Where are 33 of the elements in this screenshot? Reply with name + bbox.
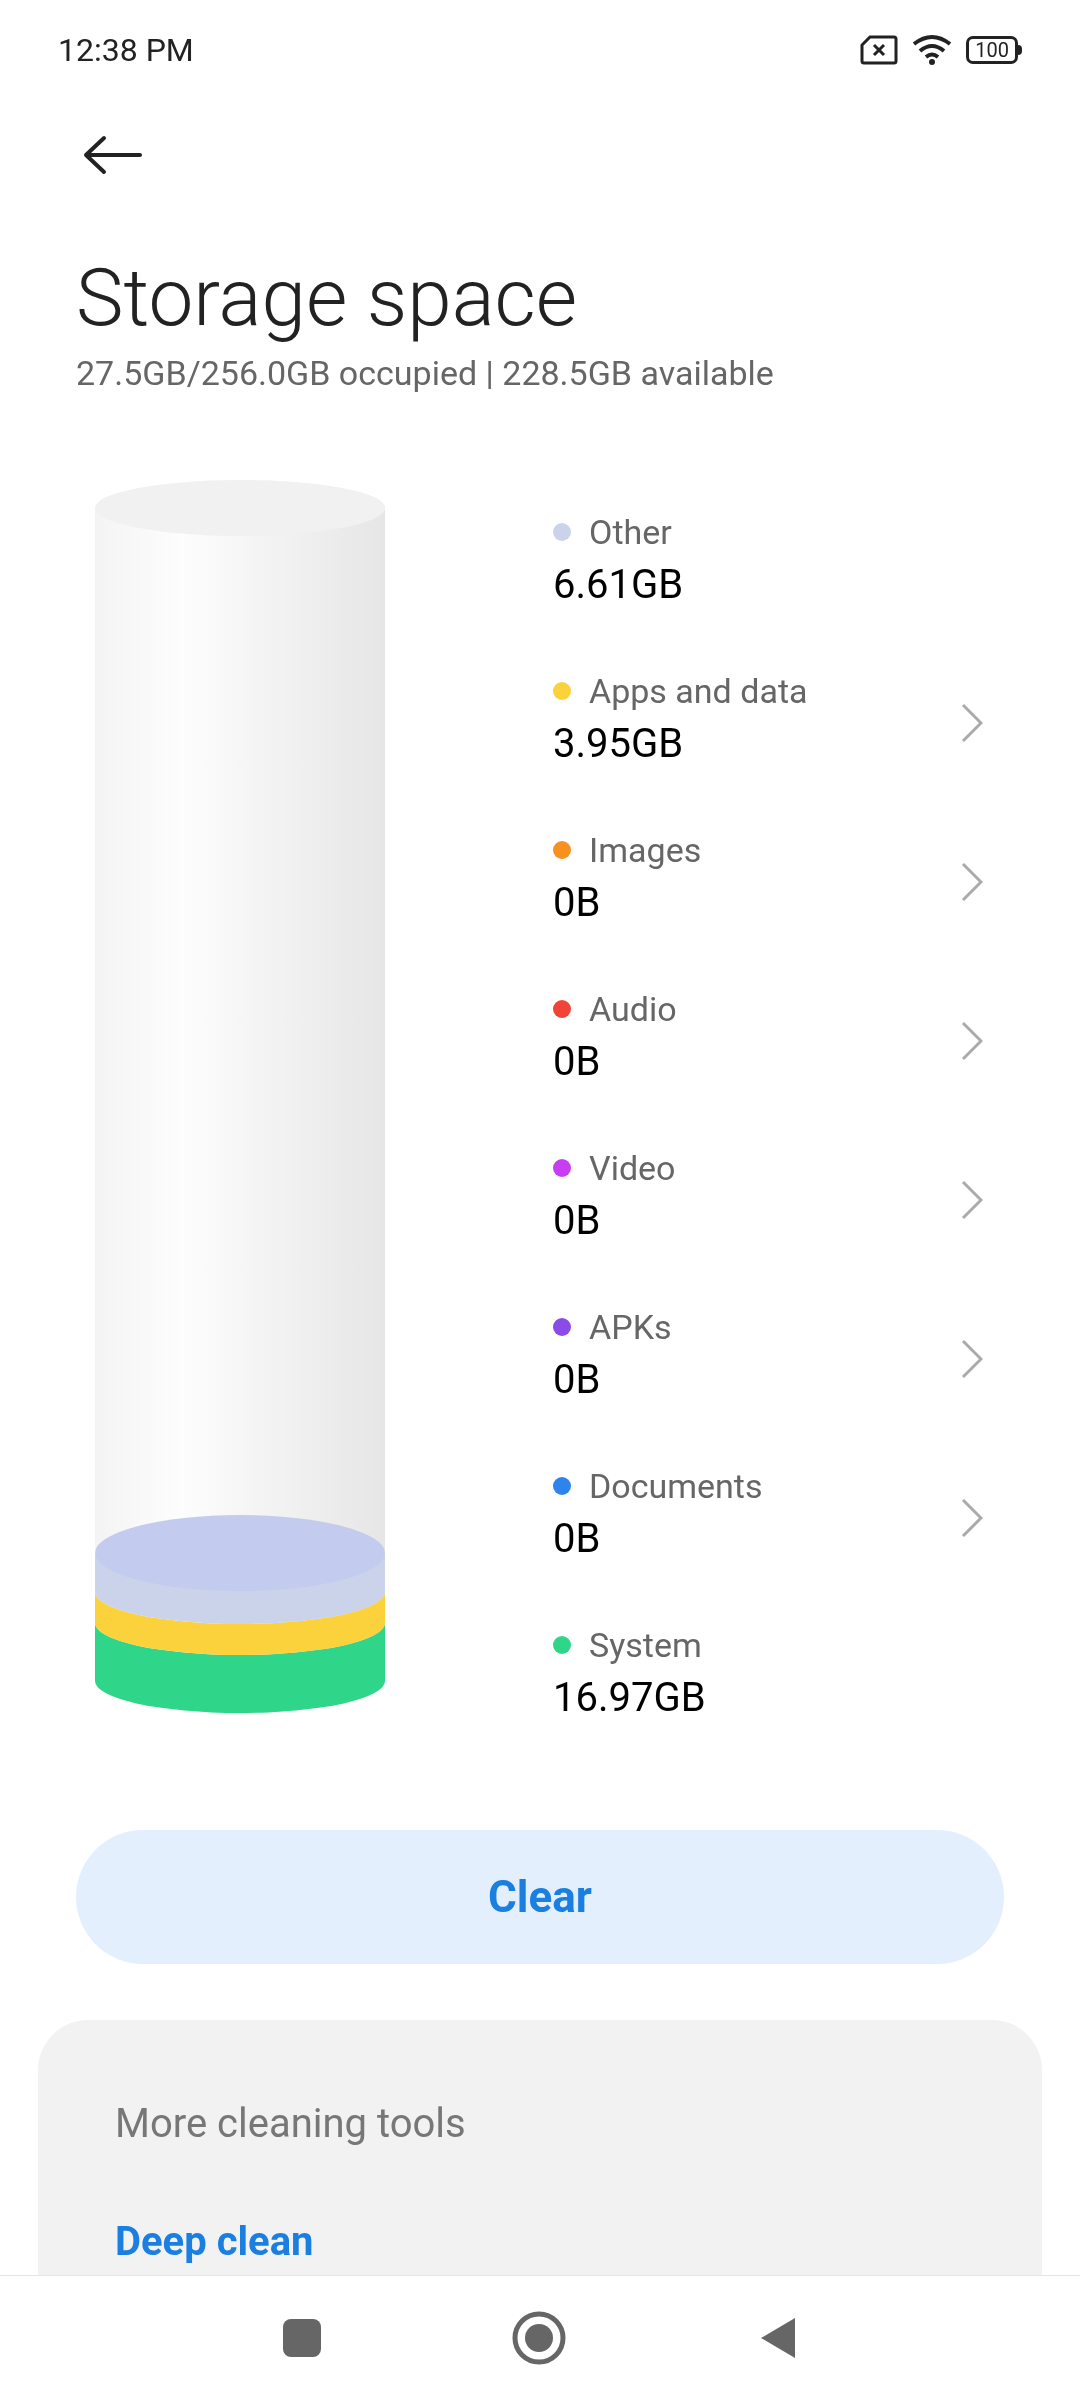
- category-size: 0B: [553, 878, 602, 928]
- category-label: Apps and data: [589, 670, 808, 713]
- battery-indicator: 100: [966, 36, 1018, 64]
- category-label: Other: [589, 511, 672, 554]
- category-size: 0B: [553, 1514, 602, 1564]
- category-label: Audio: [589, 988, 677, 1031]
- tool-link[interactable]: Deep clean: [115, 2216, 965, 2268]
- chevron-icon[interactable]: [961, 862, 983, 902]
- category-size: 6.61GB: [553, 560, 685, 610]
- category-label: Images: [589, 829, 702, 872]
- category-size: 0B: [553, 1196, 602, 1246]
- home-button[interactable]: [511, 2310, 567, 2366]
- category-size: 0B: [553, 1355, 602, 1405]
- category-label: APKs: [589, 1306, 672, 1349]
- chevron-icon[interactable]: [961, 1021, 983, 1061]
- chevron-icon[interactable]: [961, 1180, 983, 1220]
- category-size: 0B: [553, 1037, 602, 1087]
- wifi-icon: [912, 34, 953, 66]
- chevron-icon[interactable]: [961, 1339, 983, 1379]
- category-size: 16.97GB: [553, 1673, 707, 1723]
- card-title: More cleaning tools: [115, 2099, 467, 2149]
- recents-button[interactable]: [283, 2319, 321, 2357]
- status-time: 12:38 PM: [58, 30, 194, 71]
- category-label: System: [589, 1624, 702, 1667]
- category-label: Video: [589, 1147, 676, 1190]
- chevron-icon[interactable]: [961, 703, 983, 743]
- category-label: Documents: [589, 1465, 763, 1508]
- no-sim-icon: [860, 35, 899, 65]
- page-title: Storage space: [76, 250, 579, 347]
- category-size: 3.95GB: [553, 719, 685, 769]
- clear-button[interactable]: Clear: [76, 1830, 1004, 1964]
- storage-summary: 27.5GB/256.0GB occupied | 228.5GB available: [76, 352, 775, 395]
- chevron-icon[interactable]: [961, 1498, 983, 1538]
